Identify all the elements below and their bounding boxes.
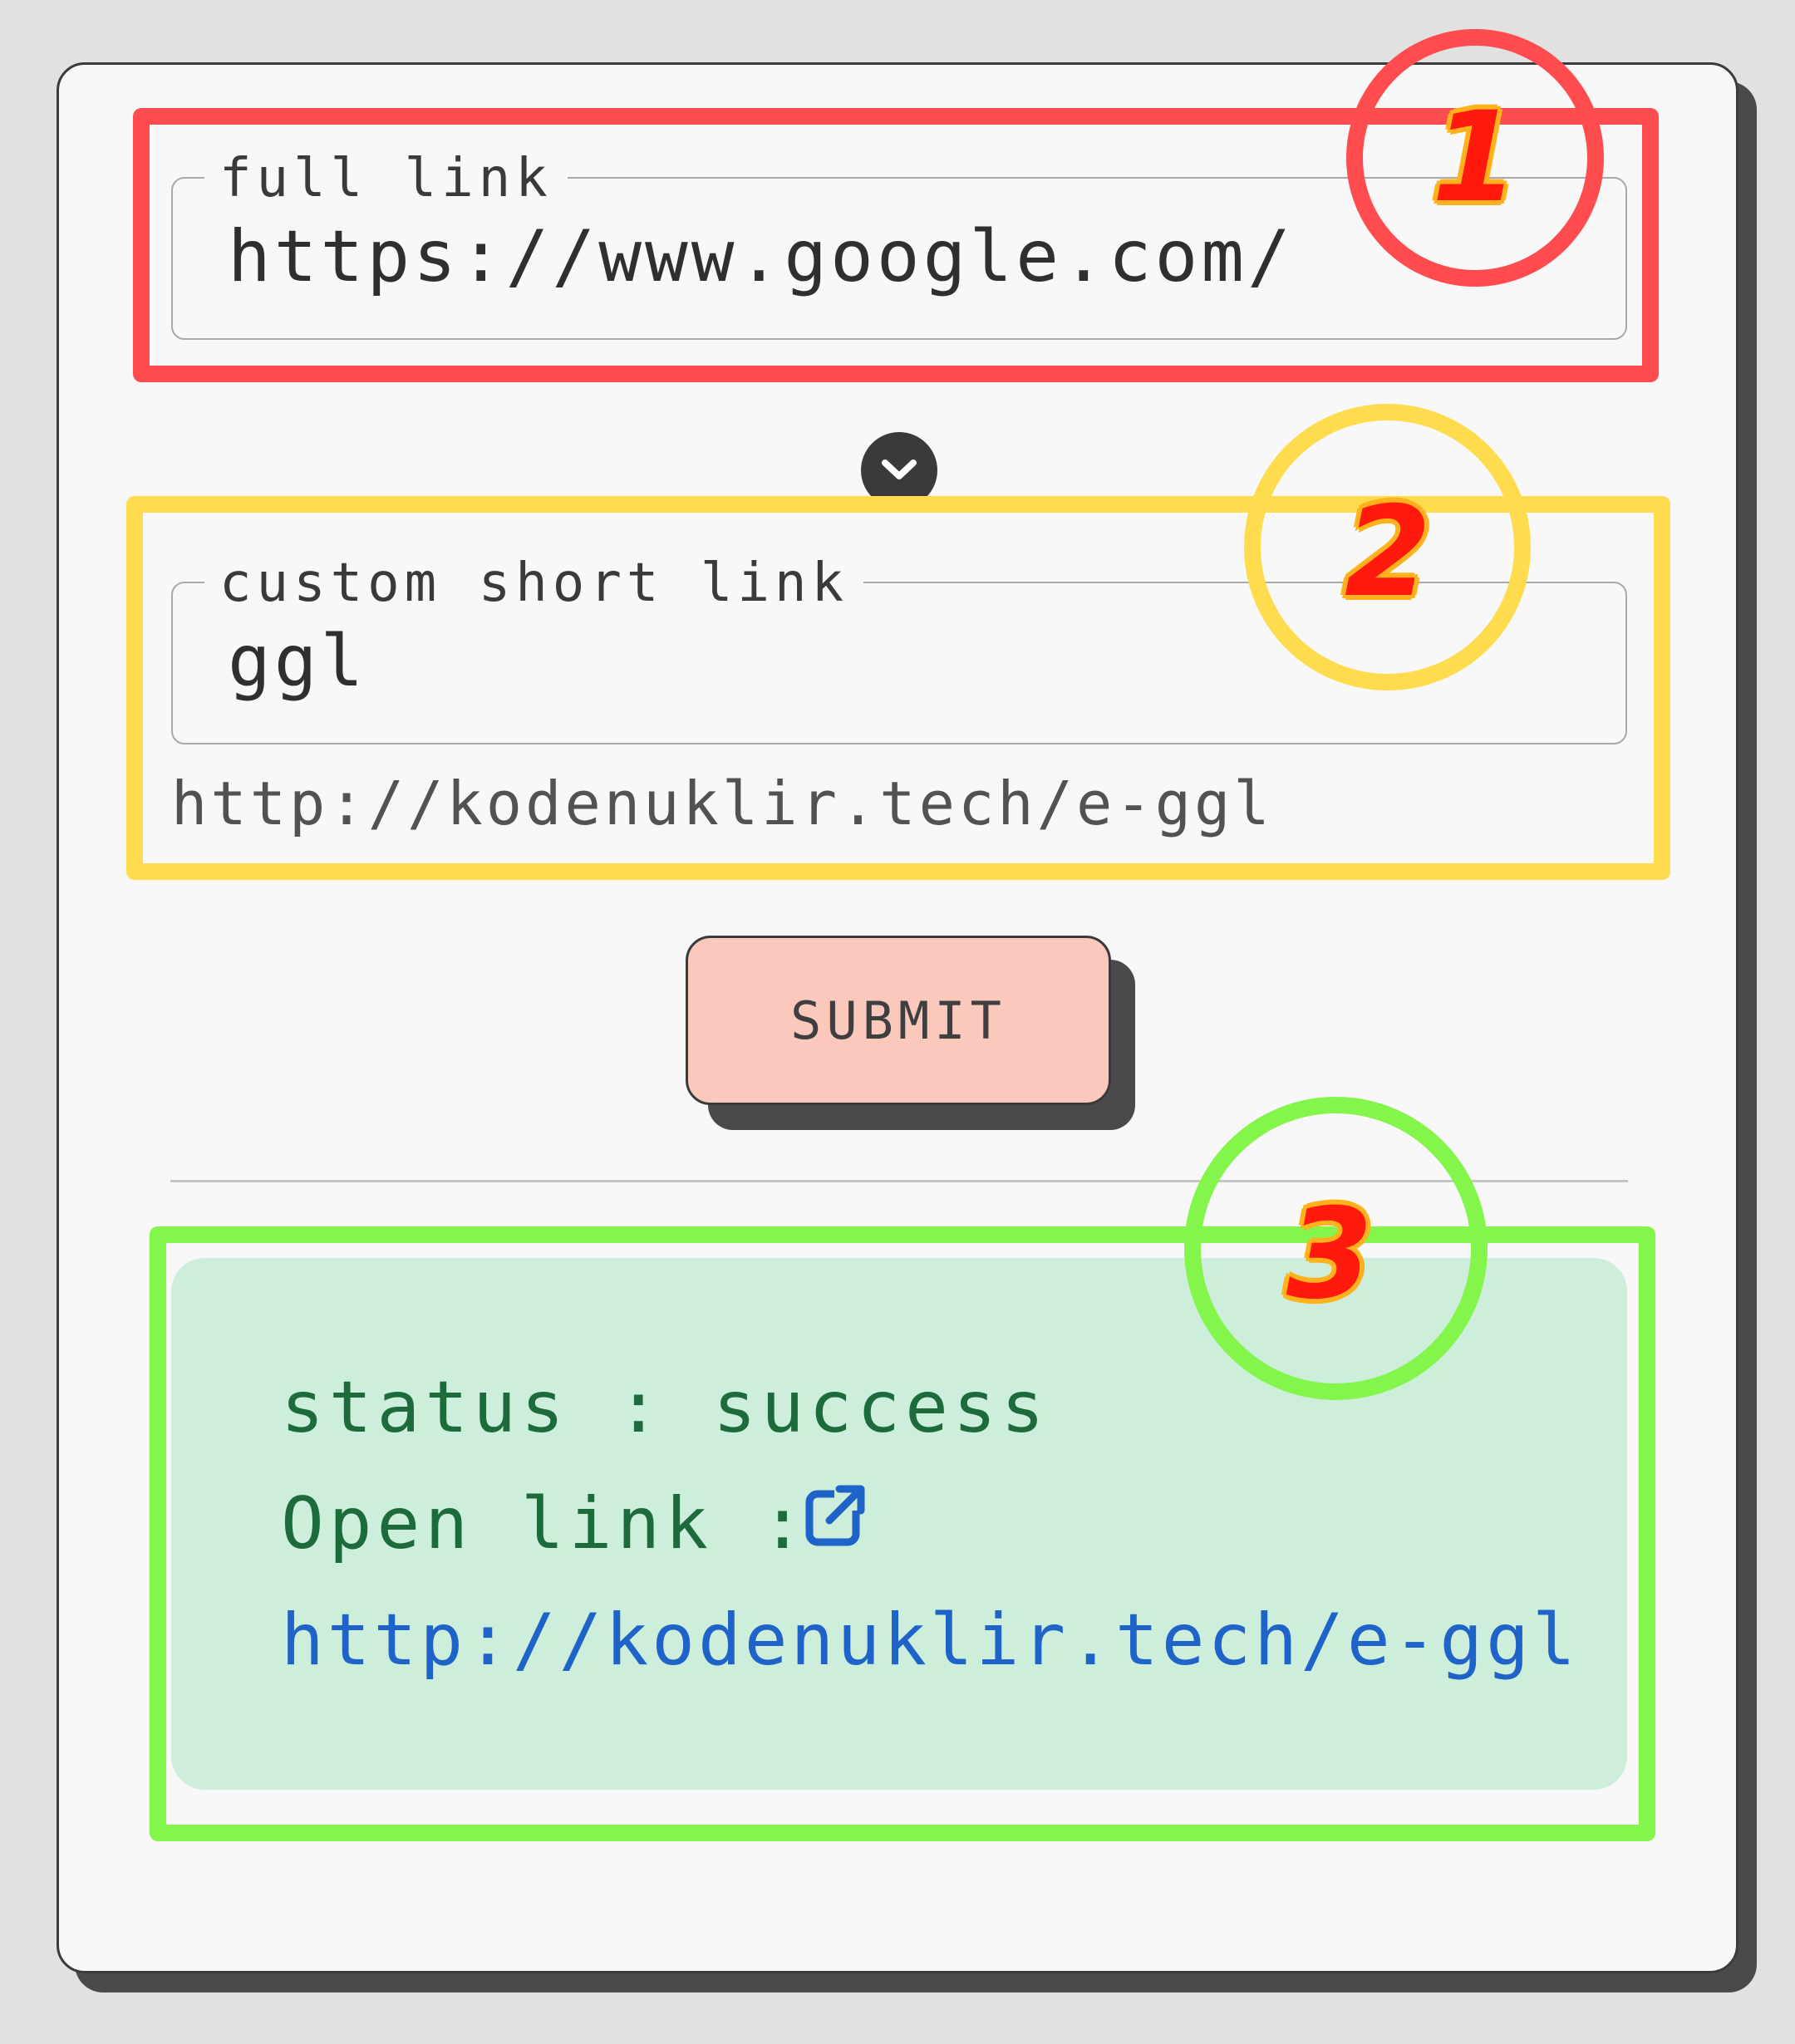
submit-button[interactable]: SUBMIT: [686, 936, 1111, 1105]
annotation-number-1: 1: [1431, 86, 1519, 230]
chevron-down-glyph: [882, 459, 917, 479]
annotation-number-3: 3: [1286, 1182, 1374, 1327]
annotation-number-2: 2: [1344, 480, 1432, 625]
